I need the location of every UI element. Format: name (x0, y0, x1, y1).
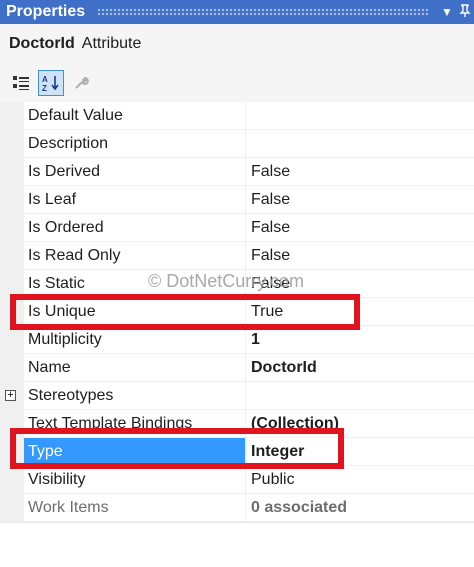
properties-title-bar[interactable]: Properties ▼ (0, 0, 474, 24)
svg-text:A: A (42, 75, 48, 84)
property-pages-button[interactable] (68, 70, 94, 96)
property-value[interactable]: False (246, 214, 474, 242)
properties-toolbar: A Z (0, 64, 474, 102)
wrench-icon (75, 76, 89, 89)
property-value[interactable]: False (246, 186, 474, 214)
row-gutter (0, 354, 24, 382)
categorized-button[interactable] (8, 70, 34, 96)
dropdown-arrow-icon[interactable]: ▼ (438, 5, 456, 19)
object-type: Attribute (81, 35, 142, 52)
property-row-is-derived[interactable]: Is Derived False (0, 158, 474, 186)
expand-icon[interactable]: + (5, 390, 16, 401)
property-label: Work Items (24, 494, 245, 522)
object-name: DoctorId (9, 35, 75, 52)
title-bar-grip (97, 8, 428, 16)
row-gutter (0, 214, 24, 242)
property-label: Stereotypes (24, 382, 245, 410)
property-row-is-leaf[interactable]: Is Leaf False (0, 186, 474, 214)
property-row-work-items[interactable]: Work Items 0 associated (0, 494, 474, 522)
property-label: Name (24, 354, 245, 382)
row-gutter (0, 102, 24, 130)
property-row-stereotypes[interactable]: + Stereotypes (0, 382, 474, 410)
property-value[interactable] (246, 382, 474, 410)
property-label: Is Ordered (24, 214, 245, 242)
property-value[interactable]: False (246, 158, 474, 186)
property-label: Visibility (24, 466, 245, 494)
property-label: Is Derived (24, 158, 245, 186)
highlight-box-type (10, 428, 344, 469)
property-row-multiplicity[interactable]: Multiplicity 1 (0, 326, 474, 354)
property-label: Is Read Only (24, 242, 245, 270)
row-gutter (0, 242, 24, 270)
property-label: Is Leaf (24, 186, 245, 214)
property-label: Multiplicity (24, 326, 245, 354)
window-title: Properties (6, 3, 86, 20)
watermark-text: © DotNetCurry.com (148, 271, 304, 291)
property-row-name[interactable]: Name DoctorId (0, 354, 474, 382)
property-value[interactable]: 1 (246, 326, 474, 354)
row-gutter (0, 466, 24, 494)
property-row-description[interactable]: Description (0, 130, 474, 158)
row-gutter (0, 158, 24, 186)
property-row-default-value[interactable]: Default Value (0, 102, 474, 130)
row-gutter: + (0, 382, 24, 410)
property-row-is-read-only[interactable]: Is Read Only False (0, 242, 474, 270)
property-label: Description (24, 130, 245, 158)
alphabetical-button[interactable]: A Z (38, 70, 64, 96)
svg-text:Z: Z (42, 84, 47, 92)
property-row-is-ordered[interactable]: Is Ordered False (0, 214, 474, 242)
property-row-visibility[interactable]: Visibility Public (0, 466, 474, 494)
property-value[interactable]: False (246, 242, 474, 270)
row-gutter (0, 130, 24, 158)
property-value[interactable]: 0 associated (246, 494, 474, 522)
selected-object-header[interactable]: DoctorId Attribute (0, 24, 474, 64)
description-pane (0, 522, 474, 567)
alphabetical-sort-icon: A Z (42, 75, 59, 92)
row-gutter (0, 494, 24, 522)
row-gutter (0, 186, 24, 214)
property-value[interactable]: DoctorId (246, 354, 474, 382)
property-value[interactable]: Public (246, 466, 474, 494)
row-gutter (0, 326, 24, 354)
property-label: Default Value (24, 102, 245, 130)
property-value[interactable] (246, 102, 474, 130)
property-value[interactable] (246, 130, 474, 158)
pin-icon[interactable] (456, 3, 474, 21)
highlight-box-is-unique (10, 294, 360, 330)
categorized-view-icon (13, 76, 29, 90)
